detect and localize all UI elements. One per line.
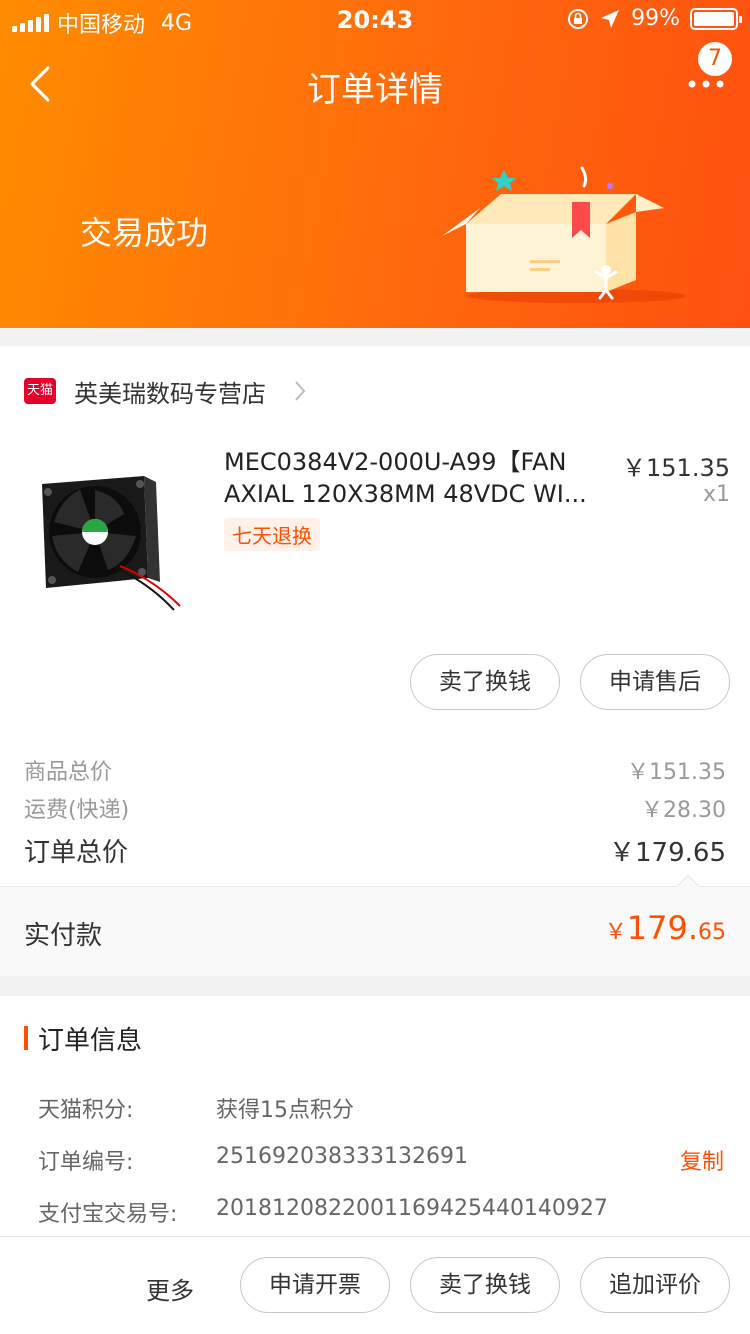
more-dots-icon[interactable] — [686, 72, 730, 96]
actual-payment-row: 实付款 ￥179.65 — [0, 874, 750, 976]
add-review-button[interactable]: 追加评价 — [580, 1257, 730, 1313]
notch-decoration — [676, 874, 700, 898]
tmall-logo-icon: 天猫 — [24, 378, 56, 404]
actual-payment-label: 实付款 — [24, 921, 103, 951]
deal-status-text: 交易成功 — [80, 214, 209, 252]
info-value: 获得15点积分 — [216, 1098, 354, 1123]
after-sale-button[interactable]: 申请售后 — [580, 654, 730, 710]
order-total-value: ￥179.65 — [609, 838, 726, 868]
shop-name[interactable]: 英美瑞数码专营店 — [74, 374, 266, 409]
sell-for-cash-bottom-button[interactable]: 卖了换钱 — [410, 1257, 560, 1313]
amount-integer: 179. — [626, 909, 698, 947]
shipping-value: ￥28.30 — [641, 798, 726, 823]
battery-percent: 99% — [631, 6, 680, 31]
product-quantity: x1 — [702, 482, 730, 507]
order-total-label: 订单总价 — [24, 838, 129, 868]
goods-total-label: 商品总价 — [24, 760, 113, 785]
status-right: 99% — [567, 6, 742, 31]
apply-invoice-button[interactable]: 申请开票 — [240, 1257, 390, 1313]
info-value: 251692038333132691 — [216, 1144, 468, 1169]
actual-payment-amount: ￥179.65 — [605, 909, 726, 947]
order-card: 天猫 英美瑞数码专营店 MEC0384V2-000U-A99【FAN AXIAL… — [0, 346, 750, 976]
page-title: 订单详情 — [307, 70, 443, 110]
rotation-lock-icon — [568, 8, 589, 29]
order-status-header: 中国移动 4G 20:43 99% 订单详情 7 交易成功 — [0, 0, 750, 328]
battery-icon — [690, 7, 742, 30]
amount-decimal: 65 — [698, 920, 726, 945]
status-bar: 中国移动 4G 20:43 99% — [0, 0, 750, 40]
sell-for-cash-button[interactable]: 卖了换钱 — [410, 654, 560, 710]
return-service-tag: 七天退换 — [224, 518, 320, 551]
info-key: 天猫积分: — [38, 1098, 134, 1123]
shipping-label: 运费(快递) — [24, 798, 130, 823]
copy-order-number-button[interactable]: 复制 — [680, 1144, 724, 1176]
section-accent-bar — [24, 1026, 28, 1050]
info-value: 2018120822001169425440140927 — [216, 1196, 608, 1221]
order-info-card: 订单信息 天猫积分: 获得15点积分 订单编号: 251692038333132… — [0, 996, 750, 1236]
message-count-badge[interactable]: 7 — [698, 42, 732, 76]
more-actions-button[interactable]: 更多 — [146, 1271, 194, 1306]
info-key: 支付宝交易号: — [38, 1202, 178, 1227]
product-price: ￥151.35 — [622, 454, 730, 482]
open-box-illustration — [442, 166, 686, 303]
location-arrow-icon — [601, 9, 620, 28]
goods-total-value: ￥151.35 — [627, 760, 726, 785]
currency-symbol: ￥ — [604, 920, 627, 945]
shop-row[interactable]: 天猫 英美瑞数码专营店 — [0, 346, 750, 434]
info-key: 订单编号: — [38, 1150, 134, 1175]
section-title: 订单信息 — [38, 1026, 143, 1056]
product-image[interactable] — [24, 456, 194, 616]
bottom-action-bar: 更多 申请开票 卖了换钱 追加评价 — [0, 1236, 750, 1334]
product-title[interactable]: MEC0384V2-000U-A99【FAN AXIAL 120X38MM 48… — [224, 446, 604, 510]
chevron-right-icon[interactable] — [294, 380, 306, 402]
